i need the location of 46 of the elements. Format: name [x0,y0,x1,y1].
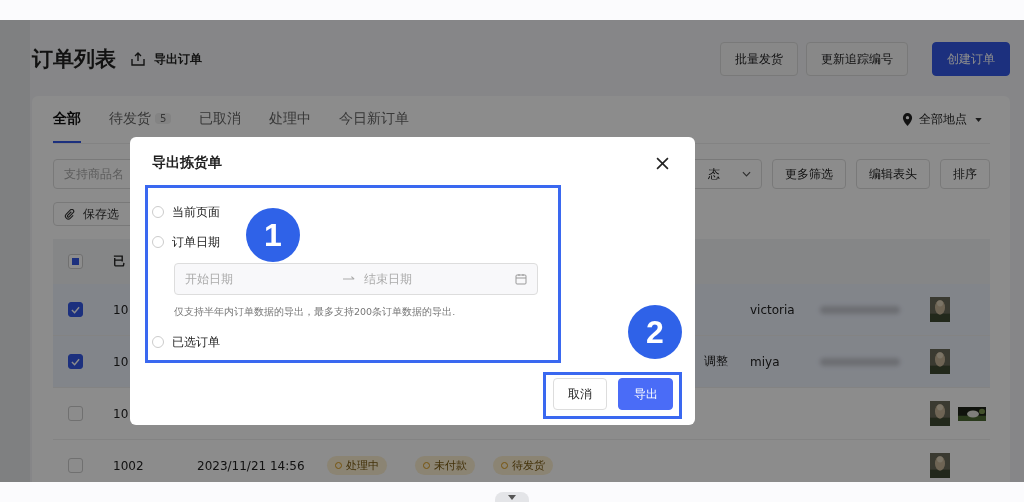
caret-icon [975,117,982,122]
page-title: 订单列表 [32,46,116,73]
radio-label[interactable]: 当前页面 [172,203,220,221]
table-cell: 调整 [704,353,728,370]
header-button[interactable]: 批量发货 [720,42,798,76]
column-heading: 已 [113,253,125,270]
dialog-button[interactable]: 导出 [618,378,673,410]
export-icon [130,51,146,67]
hint-text: 仅支持半年内订单数据的导出，最多支持200条订单数据的导出. [174,305,457,319]
location-pin-icon [902,113,913,126]
dialog-button[interactable]: 取消 [553,378,607,410]
caret-icon [507,494,516,500]
customer-name: miya [750,354,780,369]
location-filter[interactable]: 全部地点 [919,111,967,128]
customer-name: victoria [750,302,795,317]
filter-button[interactable]: 排序 [940,159,990,189]
filter-button[interactable]: 编辑表头 [856,159,930,189]
arrow-icon [343,276,356,282]
collapse-handle[interactable] [494,492,529,502]
order-tab[interactable]: 待发货 5 [109,96,172,143]
order-date: 2023/11/21 14:56 [197,458,305,473]
order-tab[interactable]: 全部 [53,96,81,143]
header-button[interactable]: 更新追踪编号 [806,42,908,76]
checkmark-icon [71,305,80,314]
order-number: 10 [113,354,129,369]
chevron-icon [742,171,751,177]
status-tag: 待发货 [493,456,553,475]
filter-button[interactable]: 更多筛选 [772,159,846,189]
header-button[interactable]: 创建订单 [932,42,1010,76]
calendar-icon [515,273,527,285]
radio-label[interactable]: 订单日期 [172,233,220,251]
checkmark-icon [71,357,80,366]
row-checkbox[interactable] [68,354,83,369]
close-icon[interactable] [656,156,669,170]
row-checkbox[interactable] [68,302,83,317]
select-all-checkbox[interactable] [68,254,83,269]
status-tag: 未付款 [415,456,475,475]
order-number: 10 [113,302,129,317]
order-number: 10 [113,406,129,421]
count-badge: 5 [155,113,172,124]
radio-label[interactable]: 已选订单 [172,333,220,351]
paperclip-icon [64,208,75,220]
status-tag: 处理中 [327,456,387,475]
dialog-title: 导出拣货单 [152,154,222,172]
order-number: 1002 [113,458,144,473]
export-orders-link[interactable]: 导出订单 [154,50,202,68]
